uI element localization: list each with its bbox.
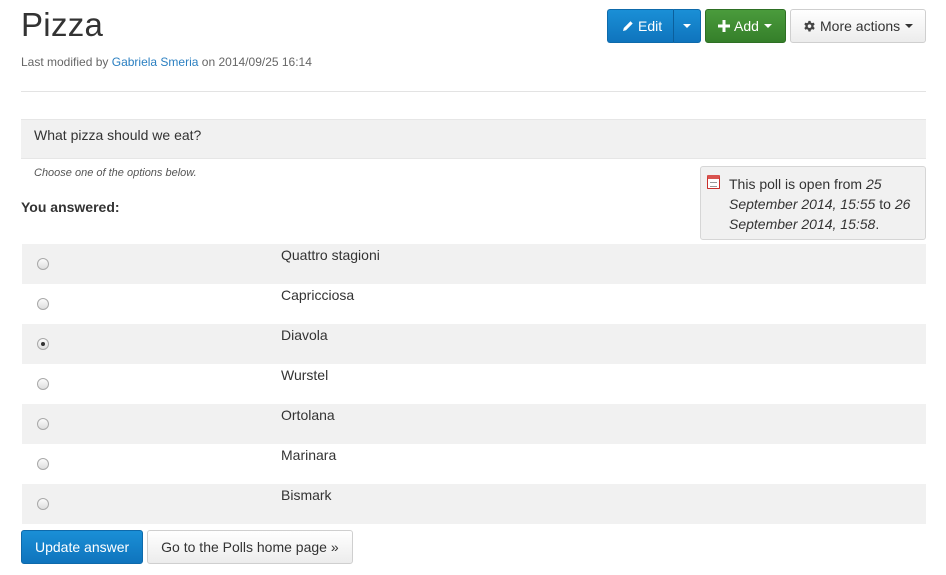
- add-button[interactable]: Add: [705, 9, 786, 43]
- option-radio[interactable]: [37, 498, 49, 510]
- option-radio[interactable]: [37, 338, 49, 350]
- option-radio[interactable]: [37, 418, 49, 430]
- poll-question: What pizza should we eat?: [21, 119, 926, 159]
- byline-on: on: [201, 55, 216, 69]
- form-actions: Update answer Go to the Polls home page …: [21, 530, 353, 564]
- option-label: Capricciosa: [281, 287, 355, 303]
- poll-status-prefix: This poll is open from: [729, 176, 863, 192]
- pencil-icon: [622, 20, 634, 32]
- option-label: Marinara: [281, 447, 337, 463]
- poll-option[interactable]: Wurstel: [22, 364, 926, 404]
- byline-prefix: Last modified by: [21, 55, 109, 69]
- edit-button-group: Edit: [607, 9, 701, 43]
- poll-option[interactable]: Diavola: [22, 324, 926, 364]
- poll-status-to: to: [879, 196, 891, 212]
- add-label: Add: [734, 18, 759, 34]
- header-divider: [21, 91, 926, 92]
- poll-status-box: This poll is open from 25 September 2014…: [700, 166, 926, 240]
- option-label: Bismark: [281, 487, 332, 503]
- calendar-icon: [707, 175, 720, 189]
- poll-option[interactable]: Ortolana: [22, 404, 926, 444]
- poll-option[interactable]: Quattro stagioni: [22, 244, 926, 284]
- edit-button[interactable]: Edit: [607, 9, 674, 43]
- page-title: Pizza: [21, 6, 104, 43]
- option-radio[interactable]: [37, 258, 49, 270]
- option-radio[interactable]: [37, 378, 49, 390]
- option-radio[interactable]: [37, 458, 49, 470]
- caret-down-icon: [683, 24, 691, 28]
- more-actions-label: More actions: [820, 18, 901, 34]
- modified-date: 2014/09/25 16:14: [218, 55, 312, 69]
- caret-down-icon: [905, 24, 914, 28]
- poll-options: Quattro stagioni Capricciosa Diavola Wur…: [22, 244, 926, 524]
- byline: Last modified by Gabriela Smeria on 2014…: [21, 55, 312, 69]
- option-radio[interactable]: [37, 298, 49, 310]
- poll-hint: Choose one of the options below.: [34, 167, 197, 179]
- poll-option[interactable]: Bismark: [22, 484, 926, 524]
- option-label: Ortolana: [281, 407, 335, 423]
- author-link[interactable]: Gabriela Smeria: [112, 55, 199, 69]
- toolbar: Edit Add More actions: [607, 9, 926, 43]
- plus-icon: [718, 20, 730, 32]
- edit-dropdown-toggle[interactable]: [674, 9, 701, 43]
- poll-option[interactable]: Capricciosa: [22, 284, 926, 324]
- polls-home-button[interactable]: Go to the Polls home page »: [147, 530, 353, 564]
- option-label: Quattro stagioni: [281, 247, 380, 263]
- option-label: Diavola: [281, 327, 328, 343]
- option-label: Wurstel: [281, 367, 329, 383]
- poll-option[interactable]: Marinara: [22, 444, 926, 484]
- caret-down-icon: [763, 24, 772, 28]
- poll-status-suffix: .: [875, 216, 880, 232]
- more-actions-button[interactable]: More actions: [790, 9, 926, 43]
- edit-label: Edit: [638, 18, 663, 34]
- answered-label: You answered:: [21, 199, 120, 215]
- update-answer-button[interactable]: Update answer: [21, 530, 144, 564]
- gear-icon: [803, 20, 816, 33]
